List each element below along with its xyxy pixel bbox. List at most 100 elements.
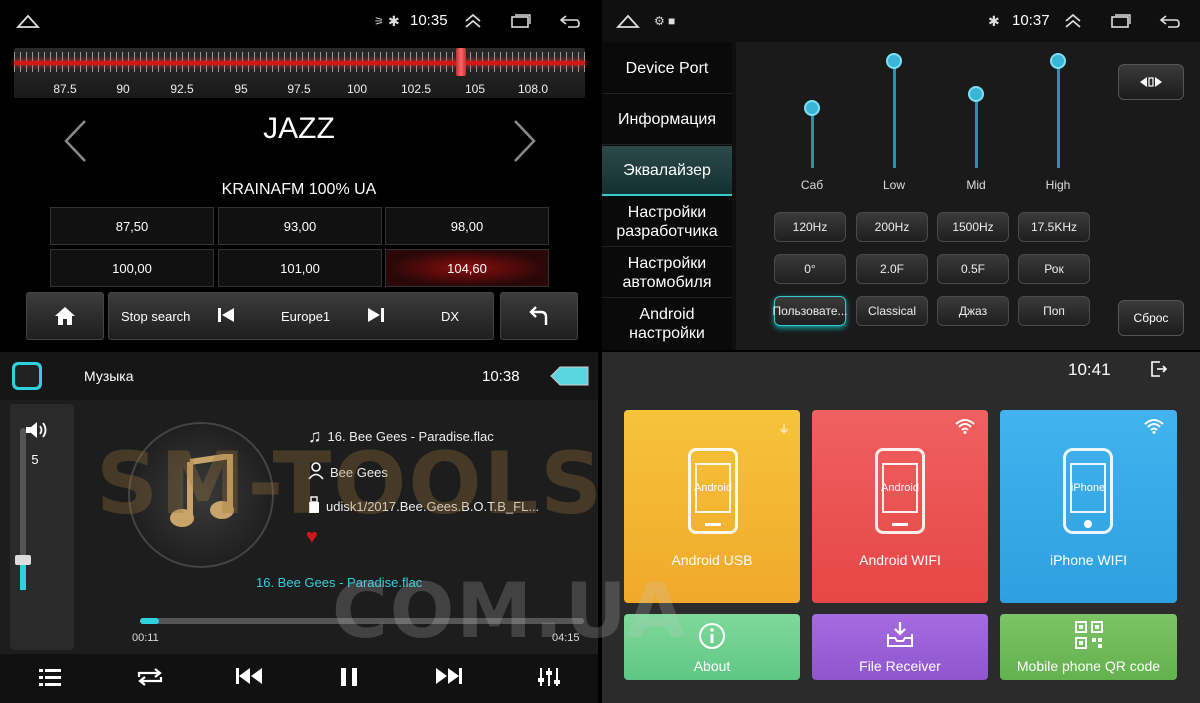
pause-icon[interactable] bbox=[329, 666, 369, 694]
preset-button[interactable]: 87,50 bbox=[50, 207, 214, 245]
reset-button[interactable]: Сброс bbox=[1118, 300, 1184, 336]
frequency-tuner[interactable]: 87.5 90 92.5 95 97.5 100 102.5 105 108.0 bbox=[14, 48, 585, 98]
eq-slider-knob[interactable] bbox=[804, 99, 820, 116]
back-tab-icon[interactable] bbox=[550, 366, 590, 386]
next-station-icon[interactable] bbox=[512, 118, 538, 172]
eq-slider-knob[interactable] bbox=[968, 86, 984, 103]
eq-band-label: Саб bbox=[800, 178, 824, 192]
music-header: Музыка 10:38 bbox=[0, 352, 598, 400]
eq-slider-knob[interactable] bbox=[1050, 53, 1066, 70]
exit-icon[interactable] bbox=[1150, 360, 1168, 383]
eq-slider-knob[interactable] bbox=[886, 53, 902, 70]
next-icon[interactable] bbox=[367, 306, 385, 327]
phone-screen-label: iPhone bbox=[1070, 463, 1106, 513]
sidebar-item-equalizer[interactable]: Эквалайзер bbox=[602, 146, 732, 196]
total-time: 04:15 bbox=[552, 632, 580, 644]
q-button[interactable]: 2.0F bbox=[856, 254, 928, 284]
app-logo-icon[interactable] bbox=[12, 362, 42, 390]
preset-pop-button[interactable]: Поп bbox=[1018, 296, 1090, 326]
sidebar-item-android[interactable]: Android настройки bbox=[602, 299, 732, 349]
recent-apps-icon[interactable] bbox=[510, 10, 532, 32]
q-button[interactable]: 0° bbox=[774, 254, 846, 284]
home-button[interactable] bbox=[26, 292, 104, 340]
track-name: 16. Bee Gees - Paradise.flac bbox=[327, 429, 494, 444]
chevrons-up-icon[interactable] bbox=[1062, 10, 1084, 32]
phone-screen-label: Android bbox=[694, 463, 732, 513]
path-row: udisk1/2017.Bee.Gees.B.O.T.B_FL... bbox=[308, 496, 539, 517]
album-art bbox=[128, 422, 274, 568]
tile-label: Android USB bbox=[671, 552, 753, 568]
previous-track-icon[interactable] bbox=[229, 666, 269, 692]
phone-icon: Android bbox=[875, 448, 925, 534]
sidebar-item-info[interactable]: Информация bbox=[602, 95, 732, 145]
preset-button[interactable]: 98,00 bbox=[385, 207, 549, 245]
eq-slider-track[interactable] bbox=[811, 107, 814, 168]
file-path: udisk1/2017.Bee.Gees.B.O.T.B_FL... bbox=[326, 499, 540, 514]
file-receiver-tile[interactable]: File Receiver bbox=[812, 614, 988, 680]
return-button[interactable] bbox=[500, 292, 578, 340]
return-icon bbox=[529, 306, 548, 325]
preset-classical-button[interactable]: Classical bbox=[856, 296, 928, 326]
eq-band-label: High bbox=[1045, 178, 1071, 192]
sidebar-item-developer[interactable]: Настройки разработчика bbox=[602, 197, 732, 247]
dx-button[interactable]: DX bbox=[441, 309, 459, 324]
music-note-small-icon: ♫ bbox=[308, 426, 322, 446]
back-icon[interactable] bbox=[1158, 10, 1182, 32]
eq-band-label: Low bbox=[882, 178, 905, 192]
balance-button[interactable] bbox=[1118, 64, 1184, 100]
preset-rock-button[interactable]: Рок bbox=[1018, 254, 1090, 284]
next-track-icon[interactable] bbox=[429, 666, 469, 692]
status-time: 10:37 bbox=[1012, 12, 1050, 29]
status-time: 10:35 bbox=[410, 12, 448, 29]
progress-bar[interactable] bbox=[140, 618, 584, 624]
music-screen: Музыка 10:38 5 ♫ 16. Bee Gees - Paradise… bbox=[0, 352, 598, 703]
q-button[interactable]: 0.5F bbox=[937, 254, 1009, 284]
qr-code-tile[interactable]: Mobile phone QR code bbox=[1000, 614, 1177, 680]
freq-button[interactable]: 1500Hz bbox=[937, 212, 1009, 242]
sidebar-item-car[interactable]: Настройки автомобиля bbox=[602, 248, 732, 298]
preset-user-button[interactable]: Пользовате... bbox=[772, 296, 848, 326]
back-icon[interactable] bbox=[558, 10, 582, 32]
playlist-icon[interactable] bbox=[30, 666, 70, 694]
preset-button[interactable]: 101,00 bbox=[218, 249, 382, 287]
eq-band-label: Mid bbox=[966, 178, 986, 192]
android-usb-tile[interactable]: ⏚ Android Android USB bbox=[624, 410, 800, 603]
tile-label: File Receiver bbox=[859, 658, 941, 674]
region-selector[interactable]: Europe1 bbox=[281, 309, 330, 324]
preset-button[interactable]: 100,00 bbox=[50, 249, 214, 287]
eq-slider-track[interactable] bbox=[1057, 61, 1060, 168]
preset-jazz-button[interactable]: Джаз bbox=[937, 296, 1009, 326]
tick-label: 95 bbox=[234, 82, 248, 96]
freq-button[interactable]: 120Hz bbox=[774, 212, 846, 242]
volume-knob[interactable] bbox=[15, 554, 31, 565]
android-home-icon[interactable] bbox=[616, 10, 640, 32]
tile-label: Mobile phone QR code bbox=[1016, 658, 1161, 674]
favorite-heart-icon[interactable]: ♥ bbox=[306, 526, 318, 549]
phone-icon: Android bbox=[688, 448, 738, 534]
preset-button[interactable]: 93,00 bbox=[218, 207, 382, 245]
freq-button[interactable]: 17.5KHz bbox=[1018, 212, 1090, 242]
chevrons-up-icon[interactable] bbox=[462, 10, 484, 32]
person-icon bbox=[308, 462, 324, 483]
bluetooth-icon: ✱ bbox=[388, 12, 400, 29]
eq-slider-track[interactable] bbox=[893, 61, 896, 168]
android-home-icon[interactable] bbox=[16, 10, 40, 32]
status-bar: ⚞ ✱ 10:35 bbox=[0, 0, 598, 42]
sidebar-item-device-port[interactable]: Device Port bbox=[602, 44, 732, 94]
equalizer-icon[interactable] bbox=[529, 666, 569, 694]
freq-button[interactable]: 200Hz bbox=[856, 212, 928, 242]
previous-icon[interactable] bbox=[217, 306, 235, 327]
download-tray-icon bbox=[884, 620, 916, 655]
stop-search-button[interactable]: Stop search bbox=[121, 309, 190, 324]
qr-code-icon bbox=[1074, 620, 1104, 655]
station-name: KRAINAFM 100% UA bbox=[221, 181, 377, 198]
speaker-icon[interactable] bbox=[24, 420, 48, 445]
android-wifi-tile[interactable]: Android Android WIFI bbox=[812, 410, 988, 603]
preset-button-active[interactable]: 104,60 bbox=[385, 249, 549, 287]
about-tile[interactable]: About bbox=[624, 614, 800, 680]
iphone-wifi-tile[interactable]: iPhone iPhone WIFI bbox=[1000, 410, 1177, 603]
tuner-needle[interactable] bbox=[456, 48, 466, 76]
repeat-icon[interactable] bbox=[130, 666, 170, 694]
eq-slider-track[interactable] bbox=[975, 94, 978, 168]
recent-apps-icon[interactable] bbox=[1110, 10, 1132, 32]
